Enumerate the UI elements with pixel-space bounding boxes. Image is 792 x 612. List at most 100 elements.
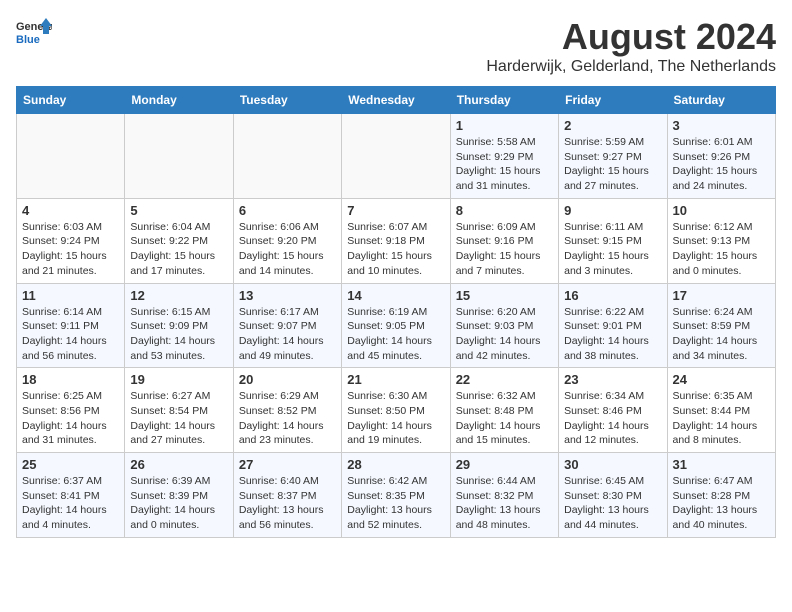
day-number: 15	[456, 288, 553, 303]
day-info: Sunrise: 6:07 AM Sunset: 9:18 PM Dayligh…	[347, 220, 444, 279]
day-cell: 4 Sunrise: 6:03 AM Sunset: 9:24 PM Daylig…	[17, 198, 125, 283]
day-info: Sunrise: 6:30 AM Sunset: 8:50 PM Dayligh…	[347, 389, 444, 448]
day-info: Sunrise: 6:45 AM Sunset: 8:30 PM Dayligh…	[564, 474, 661, 533]
day-number: 20	[239, 372, 336, 387]
day-cell	[233, 114, 341, 199]
day-info: Sunrise: 6:14 AM Sunset: 9:11 PM Dayligh…	[22, 305, 119, 364]
day-cell: 17 Sunrise: 6:24 AM Sunset: 8:59 PM Dayli…	[667, 283, 775, 368]
day-cell: 16Sunrise: 6:22 AM Sunset: 9:01 PM Dayli…	[559, 283, 667, 368]
week-row-4: 18 Sunrise: 6:25 AM Sunset: 8:56 PM Dayli…	[17, 368, 776, 453]
day-number: 31	[673, 457, 770, 472]
day-cell	[342, 114, 450, 199]
day-number: 1	[456, 118, 553, 133]
day-info: Sunrise: 6:12 AM Sunset: 9:13 PM Dayligh…	[673, 220, 770, 279]
day-number: 24	[673, 372, 770, 387]
day-cell: 18 Sunrise: 6:25 AM Sunset: 8:56 PM Dayli…	[17, 368, 125, 453]
day-info: Sunrise: 6:25 AM Sunset: 8:56 PM Dayligh…	[22, 389, 119, 448]
day-cell	[17, 114, 125, 199]
col-header-wednesday: Wednesday	[342, 87, 450, 114]
day-number: 5	[130, 203, 227, 218]
day-cell: 30 Sunrise: 6:45 AM Sunset: 8:30 PM Dayli…	[559, 453, 667, 538]
day-info: Sunrise: 6:44 AM Sunset: 8:32 PM Dayligh…	[456, 474, 553, 533]
week-row-2: 4 Sunrise: 6:03 AM Sunset: 9:24 PM Daylig…	[17, 198, 776, 283]
day-number: 19	[130, 372, 227, 387]
calendar-table: SundayMondayTuesdayWednesdayThursdayFrid…	[16, 86, 776, 538]
day-number: 30	[564, 457, 661, 472]
week-row-3: 11 Sunrise: 6:14 AM Sunset: 9:11 PM Dayli…	[17, 283, 776, 368]
day-number: 10	[673, 203, 770, 218]
day-cell: 3Sunrise: 6:01 AM Sunset: 9:26 PM Daylig…	[667, 114, 775, 199]
day-number: 17	[673, 288, 770, 303]
day-cell: 10 Sunrise: 6:12 AM Sunset: 9:13 PM Dayli…	[667, 198, 775, 283]
day-info: Sunrise: 6:15 AM Sunset: 9:09 PM Dayligh…	[130, 305, 227, 364]
day-number: 18	[22, 372, 119, 387]
day-info: Sunrise: 6:29 AM Sunset: 8:52 PM Dayligh…	[239, 389, 336, 448]
day-number: 3	[673, 118, 770, 133]
title-area: August 2024 Harderwijk, Gelderland, The …	[486, 16, 776, 76]
day-info: Sunrise: 6:35 AM Sunset: 8:44 PM Dayligh…	[673, 389, 770, 448]
day-number: 13	[239, 288, 336, 303]
day-cell: 2 Sunrise: 5:59 AM Sunset: 9:27 PM Daylig…	[559, 114, 667, 199]
day-info: Sunrise: 6:47 AM Sunset: 8:28 PM Dayligh…	[673, 474, 770, 533]
day-info: Sunrise: 6:24 AM Sunset: 8:59 PM Dayligh…	[673, 305, 770, 364]
day-info: Sunrise: 6:19 AM Sunset: 9:05 PM Dayligh…	[347, 305, 444, 364]
day-number: 2	[564, 118, 661, 133]
col-header-sunday: Sunday	[17, 87, 125, 114]
day-cell: 12Sunrise: 6:15 AM Sunset: 9:09 PM Dayli…	[125, 283, 233, 368]
day-cell: 5 Sunrise: 6:04 AM Sunset: 9:22 PM Daylig…	[125, 198, 233, 283]
day-cell: 19 Sunrise: 6:27 AM Sunset: 8:54 PM Dayli…	[125, 368, 233, 453]
day-number: 25	[22, 457, 119, 472]
day-cell: 24 Sunrise: 6:35 AM Sunset: 8:44 PM Dayli…	[667, 368, 775, 453]
day-number: 28	[347, 457, 444, 472]
day-number: 22	[456, 372, 553, 387]
day-number: 9	[564, 203, 661, 218]
logo-svg: General Blue	[16, 16, 52, 52]
day-cell: 23Sunrise: 6:34 AM Sunset: 8:46 PM Dayli…	[559, 368, 667, 453]
day-cell: 21Sunrise: 6:30 AM Sunset: 8:50 PM Dayli…	[342, 368, 450, 453]
day-cell: 25Sunrise: 6:37 AM Sunset: 8:41 PM Dayli…	[17, 453, 125, 538]
day-info: Sunrise: 6:40 AM Sunset: 8:37 PM Dayligh…	[239, 474, 336, 533]
col-header-monday: Monday	[125, 87, 233, 114]
day-cell: 13Sunrise: 6:17 AM Sunset: 9:07 PM Dayli…	[233, 283, 341, 368]
day-cell: 28Sunrise: 6:42 AM Sunset: 8:35 PM Dayli…	[342, 453, 450, 538]
day-number: 7	[347, 203, 444, 218]
day-cell: 9 Sunrise: 6:11 AM Sunset: 9:15 PM Daylig…	[559, 198, 667, 283]
day-info: Sunrise: 6:32 AM Sunset: 8:48 PM Dayligh…	[456, 389, 553, 448]
day-info: Sunrise: 6:22 AM Sunset: 9:01 PM Dayligh…	[564, 305, 661, 364]
day-cell: 6 Sunrise: 6:06 AM Sunset: 9:20 PM Daylig…	[233, 198, 341, 283]
day-info: Sunrise: 6:34 AM Sunset: 8:46 PM Dayligh…	[564, 389, 661, 448]
day-cell: 7 Sunrise: 6:07 AM Sunset: 9:18 PM Daylig…	[342, 198, 450, 283]
col-header-tuesday: Tuesday	[233, 87, 341, 114]
day-info: Sunrise: 6:20 AM Sunset: 9:03 PM Dayligh…	[456, 305, 553, 364]
logo: General Blue	[16, 16, 52, 52]
day-cell: 22 Sunrise: 6:32 AM Sunset: 8:48 PM Dayli…	[450, 368, 558, 453]
day-number: 26	[130, 457, 227, 472]
day-cell: 27Sunrise: 6:40 AM Sunset: 8:37 PM Dayli…	[233, 453, 341, 538]
col-header-thursday: Thursday	[450, 87, 558, 114]
day-number: 14	[347, 288, 444, 303]
header: General Blue August 2024 Harderwijk, Gel…	[16, 16, 776, 76]
day-cell: 29 Sunrise: 6:44 AM Sunset: 8:32 PM Dayli…	[450, 453, 558, 538]
day-number: 6	[239, 203, 336, 218]
week-row-1: 1Sunrise: 5:58 AM Sunset: 9:29 PM Daylig…	[17, 114, 776, 199]
day-cell: 8 Sunrise: 6:09 AM Sunset: 9:16 PM Daylig…	[450, 198, 558, 283]
day-info: Sunrise: 6:27 AM Sunset: 8:54 PM Dayligh…	[130, 389, 227, 448]
day-cell: 26 Sunrise: 6:39 AM Sunset: 8:39 PM Dayli…	[125, 453, 233, 538]
day-info: Sunrise: 6:11 AM Sunset: 9:15 PM Dayligh…	[564, 220, 661, 279]
day-info: Sunrise: 6:03 AM Sunset: 9:24 PM Dayligh…	[22, 220, 119, 279]
day-number: 29	[456, 457, 553, 472]
day-info: Sunrise: 6:09 AM Sunset: 9:16 PM Dayligh…	[456, 220, 553, 279]
week-row-5: 25Sunrise: 6:37 AM Sunset: 8:41 PM Dayli…	[17, 453, 776, 538]
svg-text:Blue: Blue	[16, 34, 40, 46]
day-info: Sunrise: 6:39 AM Sunset: 8:39 PM Dayligh…	[130, 474, 227, 533]
col-header-saturday: Saturday	[667, 87, 775, 114]
day-number: 11	[22, 288, 119, 303]
header-row: SundayMondayTuesdayWednesdayThursdayFrid…	[17, 87, 776, 114]
day-info: Sunrise: 5:59 AM Sunset: 9:27 PM Dayligh…	[564, 135, 661, 194]
day-number: 8	[456, 203, 553, 218]
day-number: 4	[22, 203, 119, 218]
day-cell: 15 Sunrise: 6:20 AM Sunset: 9:03 PM Dayli…	[450, 283, 558, 368]
subtitle: Harderwijk, Gelderland, The Netherlands	[486, 58, 776, 76]
day-info: Sunrise: 6:06 AM Sunset: 9:20 PM Dayligh…	[239, 220, 336, 279]
day-info: Sunrise: 6:04 AM Sunset: 9:22 PM Dayligh…	[130, 220, 227, 279]
